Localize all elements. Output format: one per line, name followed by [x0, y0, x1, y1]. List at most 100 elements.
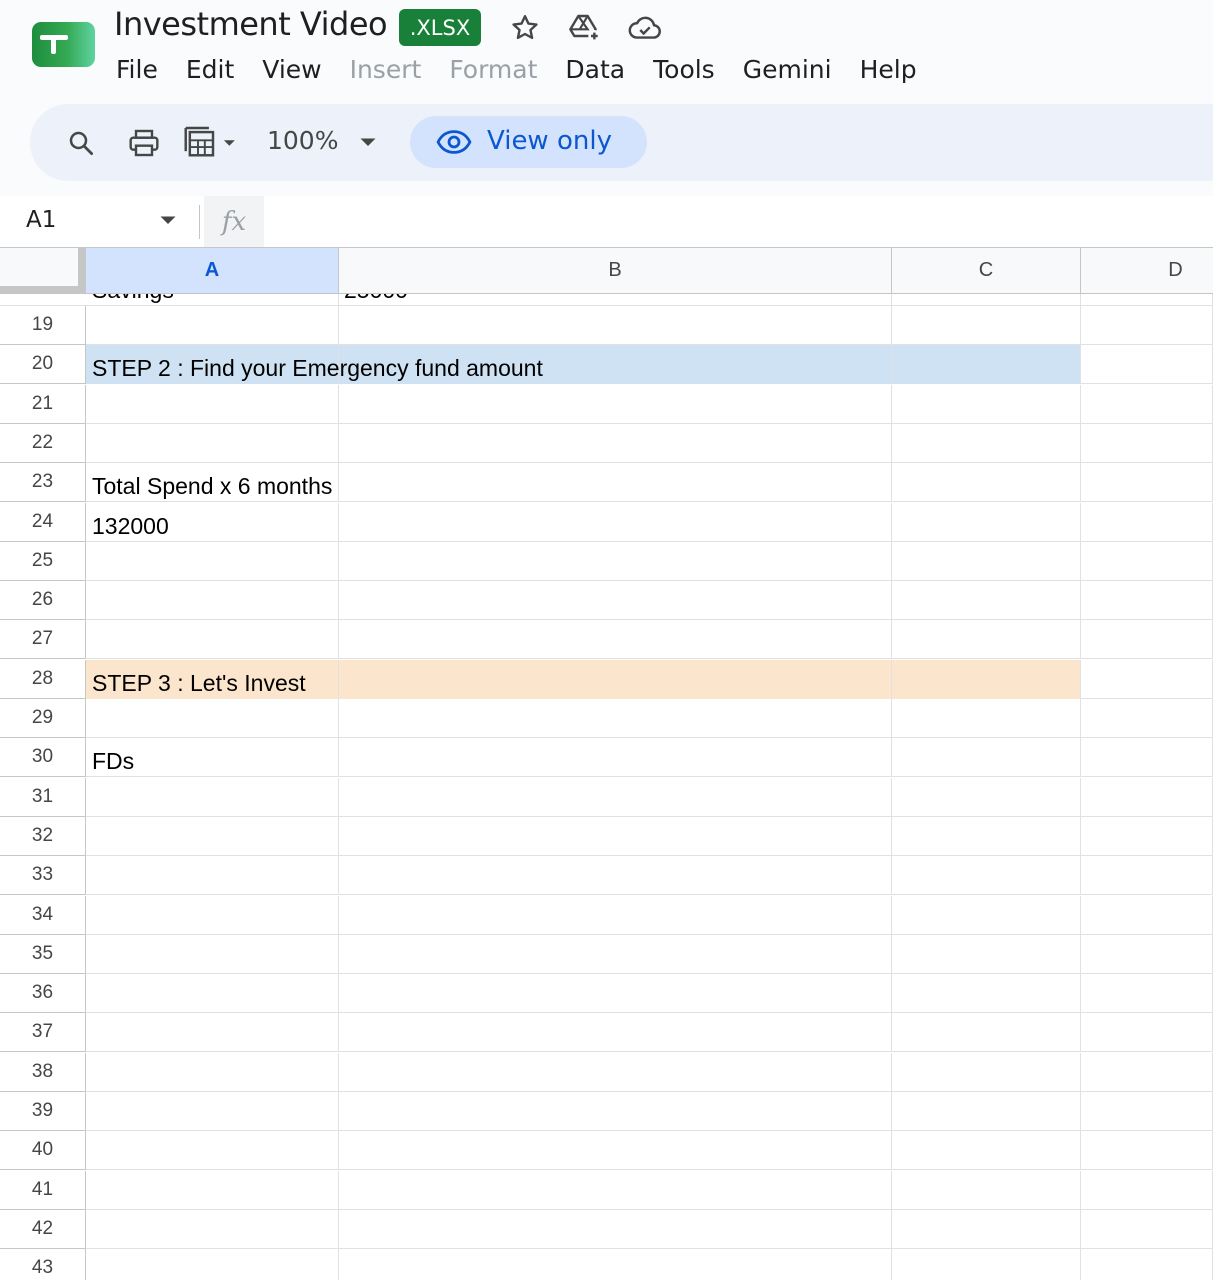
name-box-dropdown-icon[interactable] [159, 214, 177, 232]
cell-b[interactable] [339, 1053, 892, 1092]
cell-a[interactable] [86, 1131, 339, 1170]
cell-a[interactable] [86, 385, 339, 424]
cell-d[interactable] [1081, 1013, 1213, 1052]
cell-d[interactable] [1081, 896, 1213, 935]
cell-b[interactable] [339, 1210, 892, 1249]
cell-b[interactable] [339, 778, 892, 817]
cell-d[interactable] [1081, 385, 1213, 424]
search-icon[interactable] [63, 125, 99, 161]
cell-d[interactable] [1081, 856, 1213, 895]
cell-c[interactable] [892, 817, 1081, 856]
cell-a[interactable] [86, 1249, 339, 1280]
cell-c[interactable] [892, 935, 1081, 974]
cell-c[interactable] [892, 1131, 1081, 1170]
cell-a[interactable] [86, 699, 339, 738]
cell-c[interactable] [892, 738, 1081, 777]
cell-d[interactable] [1081, 699, 1213, 738]
format-table-icon[interactable] [181, 125, 245, 161]
menu-format[interactable]: Format [435, 55, 551, 84]
zoom-level[interactable]: 100% [267, 126, 338, 155]
cell-a[interactable] [86, 1092, 339, 1131]
cell-d[interactable] [1081, 660, 1213, 699]
cell-c[interactable] [892, 345, 1081, 384]
cell-a[interactable] [86, 581, 339, 620]
cell-d[interactable] [1081, 778, 1213, 817]
row-header[interactable]: 42 [0, 1210, 86, 1249]
row-header[interactable]: 37 [0, 1013, 86, 1052]
cell-c[interactable] [892, 699, 1081, 738]
cell-b[interactable] [339, 660, 892, 699]
drive-add-icon[interactable] [567, 10, 603, 46]
select-all-corner[interactable] [0, 248, 86, 294]
cell-c[interactable] [892, 542, 1081, 581]
cell-c[interactable] [892, 660, 1081, 699]
cell-d[interactable] [1081, 463, 1213, 502]
cell-b[interactable] [339, 503, 892, 542]
cell-b[interactable] [339, 620, 892, 659]
row-header[interactable]: 43 [0, 1249, 86, 1280]
sheet-grid[interactable]: Savings250001920STEP 2 : Find your Emerg… [0, 248, 1213, 1280]
row-header[interactable]: 20 [0, 345, 86, 384]
cell-c[interactable] [892, 896, 1081, 935]
name-box[interactable]: A1 [26, 207, 56, 233]
sheets-logo-icon[interactable] [32, 22, 95, 67]
row-header[interactable]: 23 [0, 463, 86, 502]
cell-c[interactable] [892, 581, 1081, 620]
cell-b[interactable] [339, 974, 892, 1013]
menu-gemini[interactable]: Gemini [729, 55, 846, 84]
cell-c[interactable] [892, 1249, 1081, 1280]
view-only-button[interactable]: View only [410, 116, 647, 168]
cell-a[interactable] [86, 542, 339, 581]
column-header-a[interactable]: A [86, 248, 339, 294]
row-header[interactable]: 25 [0, 542, 86, 581]
row-header[interactable]: 39 [0, 1092, 86, 1131]
cell-d[interactable] [1081, 542, 1213, 581]
cell-d[interactable] [1081, 1249, 1213, 1280]
cell-a[interactable] [86, 1171, 339, 1210]
cell-d[interactable] [1081, 503, 1213, 542]
cell-b[interactable] [339, 1092, 892, 1131]
row-header[interactable]: 38 [0, 1053, 86, 1092]
cell-c[interactable] [892, 778, 1081, 817]
cell-d[interactable] [1081, 1171, 1213, 1210]
cell-c[interactable] [892, 306, 1081, 345]
menu-data[interactable]: Data [551, 55, 639, 84]
cell-d[interactable] [1081, 1210, 1213, 1249]
print-icon[interactable] [126, 125, 162, 161]
row-header[interactable]: 21 [0, 385, 86, 424]
cell-d[interactable] [1081, 935, 1213, 974]
cell-d[interactable] [1081, 738, 1213, 777]
cell-a[interactable] [86, 1210, 339, 1249]
cell-b[interactable] [339, 738, 892, 777]
cell-b[interactable] [339, 935, 892, 974]
row-header[interactable]: 41 [0, 1171, 86, 1210]
column-header-d[interactable]: D [1081, 248, 1213, 294]
cell-a[interactable] [86, 974, 339, 1013]
cell-b[interactable] [339, 896, 892, 935]
cell-a[interactable] [86, 1053, 339, 1092]
cell-d[interactable] [1081, 306, 1213, 345]
cell-b[interactable] [339, 306, 892, 345]
row-header[interactable]: 27 [0, 620, 86, 659]
cell-a[interactable] [86, 856, 339, 895]
cell-b[interactable] [339, 581, 892, 620]
menu-insert[interactable]: Insert [336, 55, 436, 84]
row-header[interactable]: 32 [0, 817, 86, 856]
cell-d[interactable] [1081, 424, 1213, 463]
column-header-b[interactable]: B [339, 248, 892, 294]
menu-file[interactable]: File [102, 55, 172, 84]
zoom-dropdown-icon[interactable] [356, 125, 380, 161]
row-header[interactable]: 35 [0, 935, 86, 974]
cell-c[interactable] [892, 1171, 1081, 1210]
cell-b[interactable] [339, 1249, 892, 1280]
row-header[interactable]: 22 [0, 424, 86, 463]
menu-help[interactable]: Help [846, 55, 931, 84]
cell-a[interactable] [86, 817, 339, 856]
row-header[interactable]: 31 [0, 778, 86, 817]
row-header[interactable]: 24 [0, 503, 86, 542]
column-header-c[interactable]: C [892, 248, 1081, 294]
menu-tools[interactable]: Tools [639, 55, 729, 84]
cell-d[interactable] [1081, 974, 1213, 1013]
menu-edit[interactable]: Edit [172, 55, 248, 84]
row-header[interactable]: 28 [0, 660, 86, 699]
